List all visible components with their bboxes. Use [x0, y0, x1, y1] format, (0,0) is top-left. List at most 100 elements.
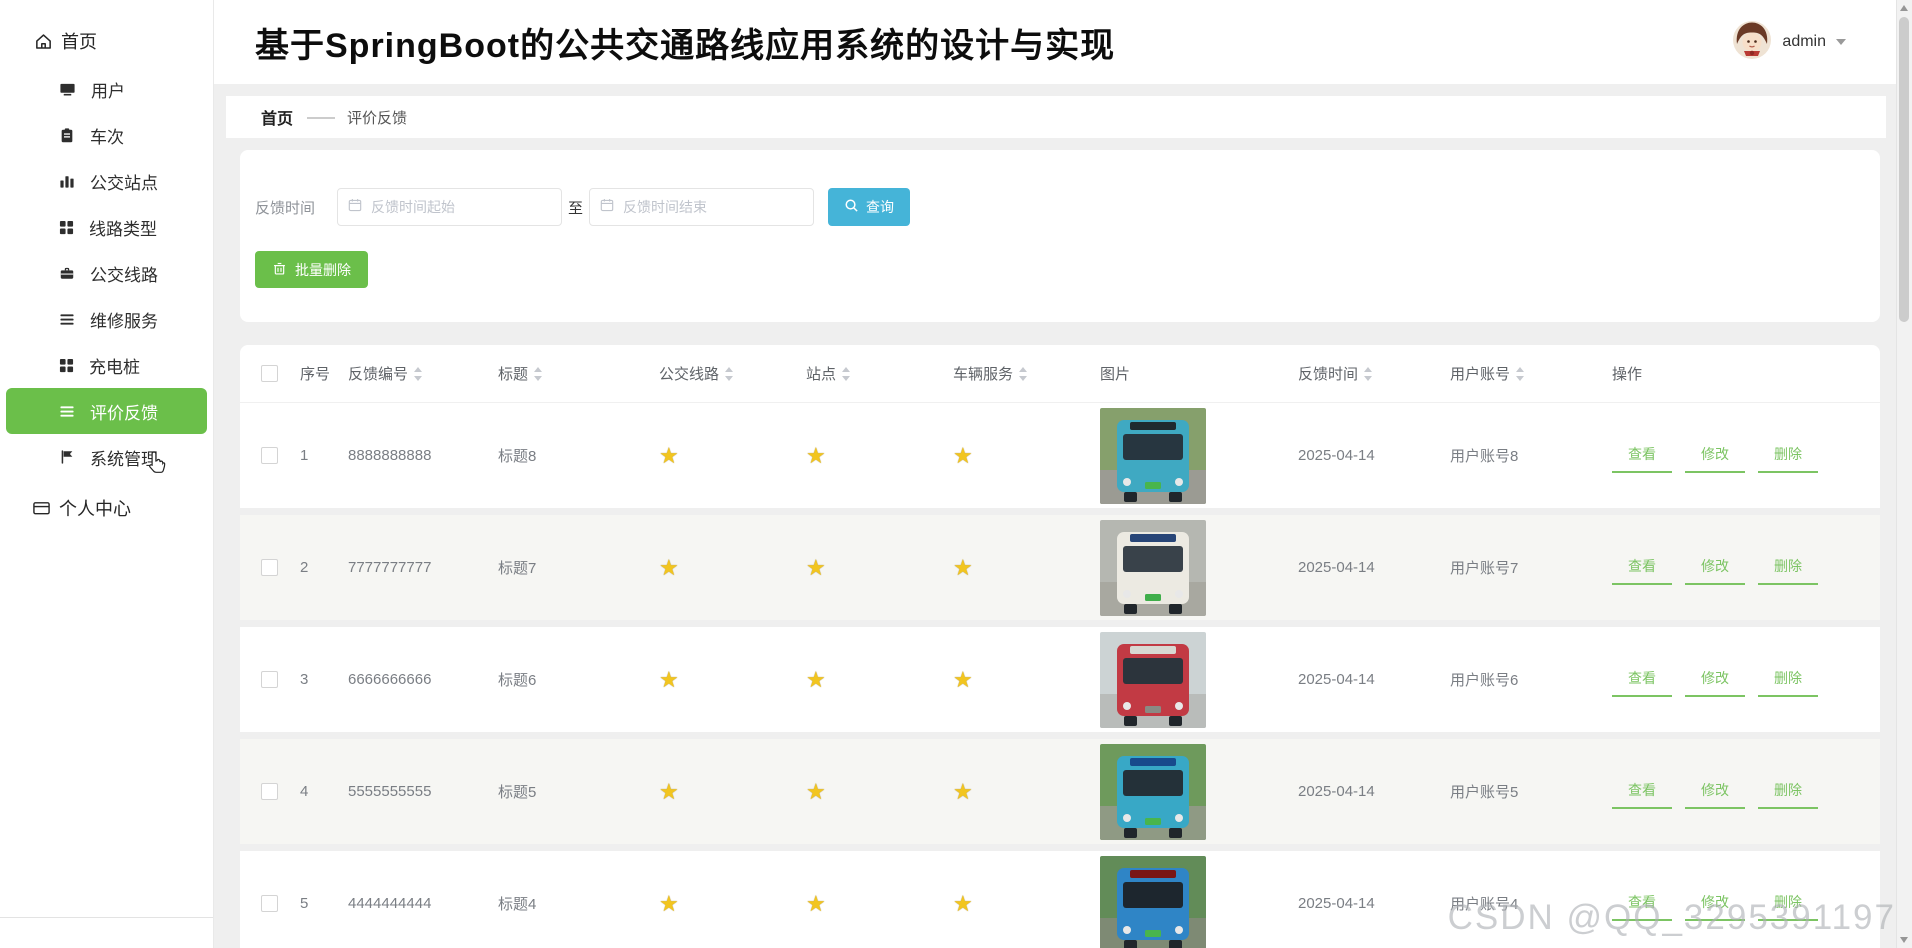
cursor-icon	[146, 450, 168, 480]
feedback-title: 标题5	[492, 781, 650, 802]
col-header-account: 用户账号	[1444, 363, 1606, 384]
table-row: 1 8888888888 标题8 ★ ★ ★ 2025-04-14 用户账号8 …	[240, 403, 1880, 508]
sort-icon[interactable]	[841, 367, 851, 381]
view-button[interactable]: 查看	[1612, 439, 1672, 473]
watermark: CSDN @QQ_3295391197	[1448, 898, 1896, 938]
sidebar-menu: 用户 车次 公交站点 线路类型 公交线路 维修服务 充电桩 评价反馈	[0, 66, 213, 480]
feedback-code: 5555555555	[342, 783, 492, 800]
sidebar-item-label: 用户	[91, 77, 125, 102]
col-header-bus-line: 公交线路	[650, 363, 797, 384]
feedback-photo[interactable]	[1100, 632, 1206, 728]
sidebar-item-system-management[interactable]: 系统管理	[0, 434, 213, 480]
sidebar-item-profile[interactable]: 个人中心	[0, 484, 213, 532]
feedback-date: 2025-04-14	[1292, 447, 1444, 464]
star-icon: ★	[953, 445, 973, 467]
sidebar-item-label: 公交线路	[90, 261, 158, 286]
date-start-input[interactable]	[369, 198, 551, 216]
feedback-title: 标题8	[492, 445, 650, 466]
user-account: 用户账号5	[1444, 781, 1606, 802]
sort-icon[interactable]	[533, 367, 543, 381]
sidebar-item-home[interactable]: 首页	[0, 16, 213, 66]
view-button[interactable]: 查看	[1612, 775, 1672, 809]
row-checkbox[interactable]	[261, 671, 278, 688]
edit-button[interactable]: 修改	[1685, 775, 1745, 809]
select-all-checkbox[interactable]	[261, 365, 278, 382]
feedback-photo[interactable]	[1100, 408, 1206, 504]
sidebar-item-route-types[interactable]: 线路类型	[0, 204, 213, 250]
row-checkbox[interactable]	[261, 447, 278, 464]
user-account: 用户账号6	[1444, 669, 1606, 690]
sort-icon[interactable]	[1515, 367, 1525, 381]
row-checkbox[interactable]	[261, 895, 278, 912]
sidebar-item-label: 维修服务	[90, 307, 158, 332]
star-icon: ★	[953, 557, 973, 579]
feedback-code: 7777777777	[342, 559, 492, 576]
feedback-photo[interactable]	[1100, 520, 1206, 616]
delete-button[interactable]: 删除	[1758, 775, 1818, 809]
delete-button[interactable]: 删除	[1758, 439, 1818, 473]
row-checkbox[interactable]	[261, 559, 278, 576]
star-icon: ★	[806, 557, 826, 579]
date-start-field[interactable]	[337, 188, 562, 226]
breadcrumb-separator: ——	[307, 109, 333, 126]
scroll-down-icon[interactable]	[1900, 937, 1908, 943]
star-icon: ★	[659, 557, 679, 579]
scrollbar-thumb[interactable]	[1899, 17, 1909, 322]
row-index: 5	[294, 895, 342, 912]
feedback-photo[interactable]	[1100, 856, 1206, 948]
scrollbar[interactable]	[1896, 0, 1912, 948]
col-header-station: 站点	[797, 363, 944, 384]
star-icon: ★	[953, 893, 973, 915]
sidebar-item-feedback[interactable]: 评价反馈	[6, 388, 207, 434]
user-name: admin	[1782, 33, 1826, 51]
sort-icon[interactable]	[413, 367, 423, 381]
card-icon	[32, 499, 51, 517]
sidebar-item-repair-service[interactable]: 维修服务	[0, 296, 213, 342]
edit-button[interactable]: 修改	[1685, 439, 1745, 473]
star-icon: ★	[659, 781, 679, 803]
row-index: 2	[294, 559, 342, 576]
sidebar-item-label: 充电桩	[89, 353, 140, 378]
feedback-photo[interactable]	[1100, 744, 1206, 840]
date-end-input[interactable]	[621, 198, 803, 216]
user-menu[interactable]: admin	[1732, 20, 1846, 65]
delete-button[interactable]: 删除	[1758, 551, 1818, 585]
batch-delete-button[interactable]: 批量删除	[255, 251, 368, 288]
sidebar-item-trips[interactable]: 车次	[0, 112, 213, 158]
calendar-icon	[600, 198, 614, 217]
feedback-code: 4444444444	[342, 895, 492, 912]
avatar	[1732, 20, 1772, 65]
briefcase-icon	[59, 265, 75, 281]
table-header: 序号 反馈编号 标题 公交线路 站点 车辆服务 图片 反馈时间 用户账号 操作	[240, 345, 1880, 403]
monitor-icon	[59, 81, 76, 98]
breadcrumb-home[interactable]: 首页	[261, 105, 293, 129]
grid-icon	[59, 220, 74, 235]
home-icon	[34, 32, 53, 51]
list-icon	[59, 312, 75, 327]
sort-icon[interactable]	[1018, 367, 1028, 381]
col-header-service: 车辆服务	[944, 363, 1096, 384]
sidebar-item-label: 公交站点	[90, 169, 158, 194]
sort-icon[interactable]	[724, 367, 734, 381]
sort-icon[interactable]	[1363, 367, 1373, 381]
row-checkbox[interactable]	[261, 783, 278, 800]
sidebar-item-charging-piles[interactable]: 充电桩	[0, 342, 213, 388]
edit-button[interactable]: 修改	[1685, 663, 1745, 697]
view-button[interactable]: 查看	[1612, 551, 1672, 585]
grid-icon	[59, 358, 74, 373]
view-button[interactable]: 查看	[1612, 663, 1672, 697]
delete-button[interactable]: 删除	[1758, 663, 1818, 697]
scroll-up-icon[interactable]	[1900, 5, 1908, 11]
date-end-field[interactable]	[589, 188, 814, 226]
edit-button[interactable]: 修改	[1685, 551, 1745, 585]
star-icon: ★	[953, 669, 973, 691]
table-body: 1 8888888888 标题8 ★ ★ ★ 2025-04-14 用户账号8 …	[240, 403, 1880, 948]
feedback-code: 8888888888	[342, 447, 492, 464]
search-button[interactable]: 查询	[828, 188, 910, 226]
sidebar-item-label: 线路类型	[89, 215, 157, 240]
sidebar-item-users[interactable]: 用户	[0, 66, 213, 112]
feedback-title: 标题4	[492, 893, 650, 914]
sidebar-item-bus-routes[interactable]: 公交线路	[0, 250, 213, 296]
star-icon: ★	[806, 669, 826, 691]
sidebar-item-bus-stations[interactable]: 公交站点	[0, 158, 213, 204]
